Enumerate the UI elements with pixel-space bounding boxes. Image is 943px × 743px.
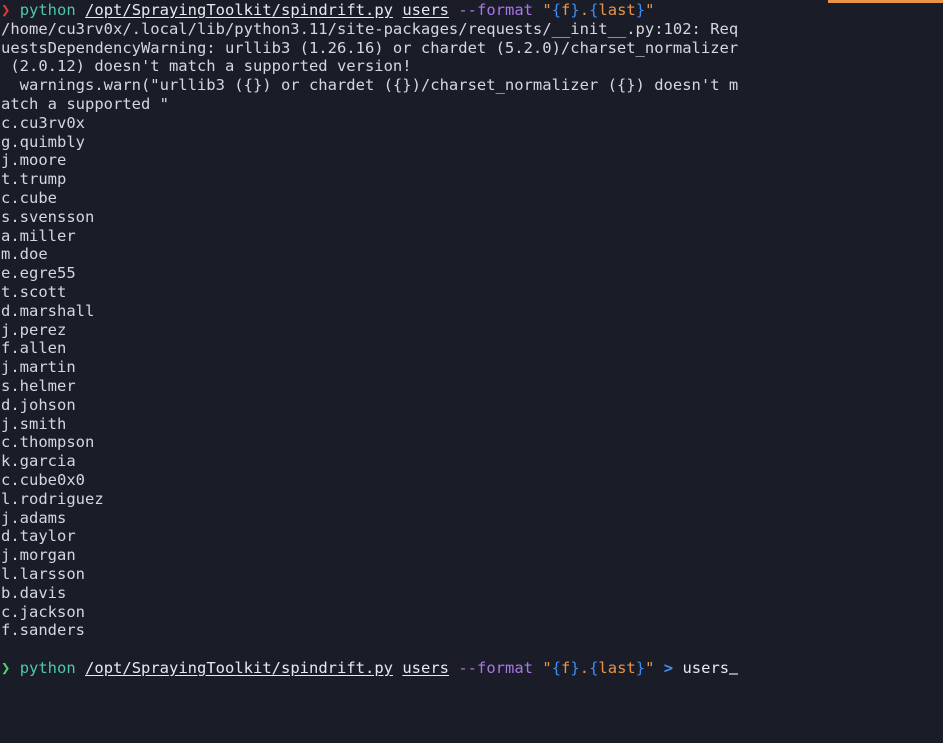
text-cursor bbox=[729, 672, 739, 675]
username-line: c.cube bbox=[1, 188, 57, 207]
username-line: f.allen bbox=[1, 339, 67, 358]
format-token-last: last bbox=[598, 1, 636, 19]
username-line: f.sanders bbox=[1, 621, 85, 640]
username-line: d.marshall bbox=[1, 301, 95, 320]
format-token-first: f bbox=[561, 1, 571, 19]
username-line: m.doe bbox=[1, 245, 48, 264]
brace-close-last: } bbox=[635, 658, 646, 677]
format-flag: --format bbox=[458, 658, 533, 677]
quote-open: " bbox=[542, 658, 552, 677]
quote-open: " bbox=[542, 1, 552, 19]
brace-close-first: } bbox=[570, 658, 580, 677]
format-token-last: last bbox=[598, 658, 636, 677]
brace-open-last: { bbox=[589, 1, 599, 19]
warning-line: uestsDependencyWarning: urllib3 (1.26.16… bbox=[1, 38, 739, 57]
command-line-bottom[interactable]: ❯ python /opt/SprayingToolkit/spindrift.… bbox=[0, 659, 943, 678]
format-token-first: f bbox=[561, 658, 571, 677]
brace-open-first: { bbox=[551, 658, 562, 677]
quote-close: " bbox=[645, 1, 655, 19]
warning-line: /home/cu3rv0x/.local/lib/python3.11/site… bbox=[1, 19, 739, 38]
command-name: python bbox=[19, 658, 76, 677]
username-line: t.scott bbox=[1, 282, 67, 301]
brace-close-first: } bbox=[570, 1, 580, 19]
redirect-operator: > bbox=[663, 658, 674, 677]
username-line: l.rodriguez bbox=[1, 489, 104, 508]
username-line: j.smith bbox=[1, 414, 67, 433]
brace-open-last: { bbox=[589, 658, 599, 677]
username-line: k.garcia bbox=[1, 452, 76, 471]
output-filename: users bbox=[682, 658, 730, 677]
username-line: d.taylor bbox=[1, 527, 76, 546]
username-line: g.quimbly bbox=[1, 132, 85, 151]
username-line: e.egre55 bbox=[1, 264, 76, 283]
format-separator: . bbox=[579, 658, 590, 677]
warning-line: (2.0.12) doesn't match a supported versi… bbox=[1, 57, 412, 76]
terminal-output-area: ❯ python /opt/SprayingToolkit/spindrift.… bbox=[0, 0, 943, 678]
username-line: j.morgan bbox=[1, 546, 76, 565]
format-flag: --format bbox=[458, 1, 533, 19]
username-line: d.johson bbox=[1, 395, 76, 414]
username-line: t.trump bbox=[1, 170, 67, 189]
terminal-window[interactable]: ❯ python /opt/SprayingToolkit/spindrift.… bbox=[0, 0, 943, 743]
subcommand: users bbox=[402, 658, 449, 677]
username-line: b.davis bbox=[1, 583, 67, 602]
username-line: c.jackson bbox=[1, 602, 85, 621]
username-line: a.miller bbox=[1, 226, 76, 245]
command-line-top[interactable]: ❯ python /opt/SprayingToolkit/spindrift.… bbox=[0, 1, 943, 20]
username-line: l.larsson bbox=[1, 564, 85, 583]
script-path: /opt/SprayingToolkit/spindrift.py bbox=[85, 1, 393, 19]
warning-line: warnings.warn("urllib3 ({}) or chardet (… bbox=[1, 76, 739, 95]
username-line: c.cube0x0 bbox=[1, 470, 85, 489]
username-line: c.thompson bbox=[1, 433, 95, 452]
brace-close-last: } bbox=[635, 1, 646, 19]
username-line: c.cu3rv0x bbox=[1, 113, 85, 132]
command-name: python bbox=[19, 1, 76, 19]
script-path: /opt/SprayingToolkit/spindrift.py bbox=[85, 658, 393, 677]
username-line: j.moore bbox=[1, 151, 67, 170]
warning-line: atch a supported " bbox=[1, 94, 169, 113]
username-line: j.perez bbox=[1, 320, 67, 339]
username-line: s.svensson bbox=[1, 207, 95, 226]
username-line: s.helmer bbox=[1, 376, 76, 395]
prompt-symbol-icon: ❯ bbox=[1, 1, 11, 19]
username-line: j.adams bbox=[1, 508, 67, 527]
prompt-symbol-icon: ❯ bbox=[1, 658, 11, 677]
subcommand: users bbox=[402, 1, 449, 19]
format-separator: . bbox=[579, 1, 590, 19]
brace-open-first: { bbox=[551, 1, 562, 19]
username-line: j.martin bbox=[1, 358, 76, 377]
